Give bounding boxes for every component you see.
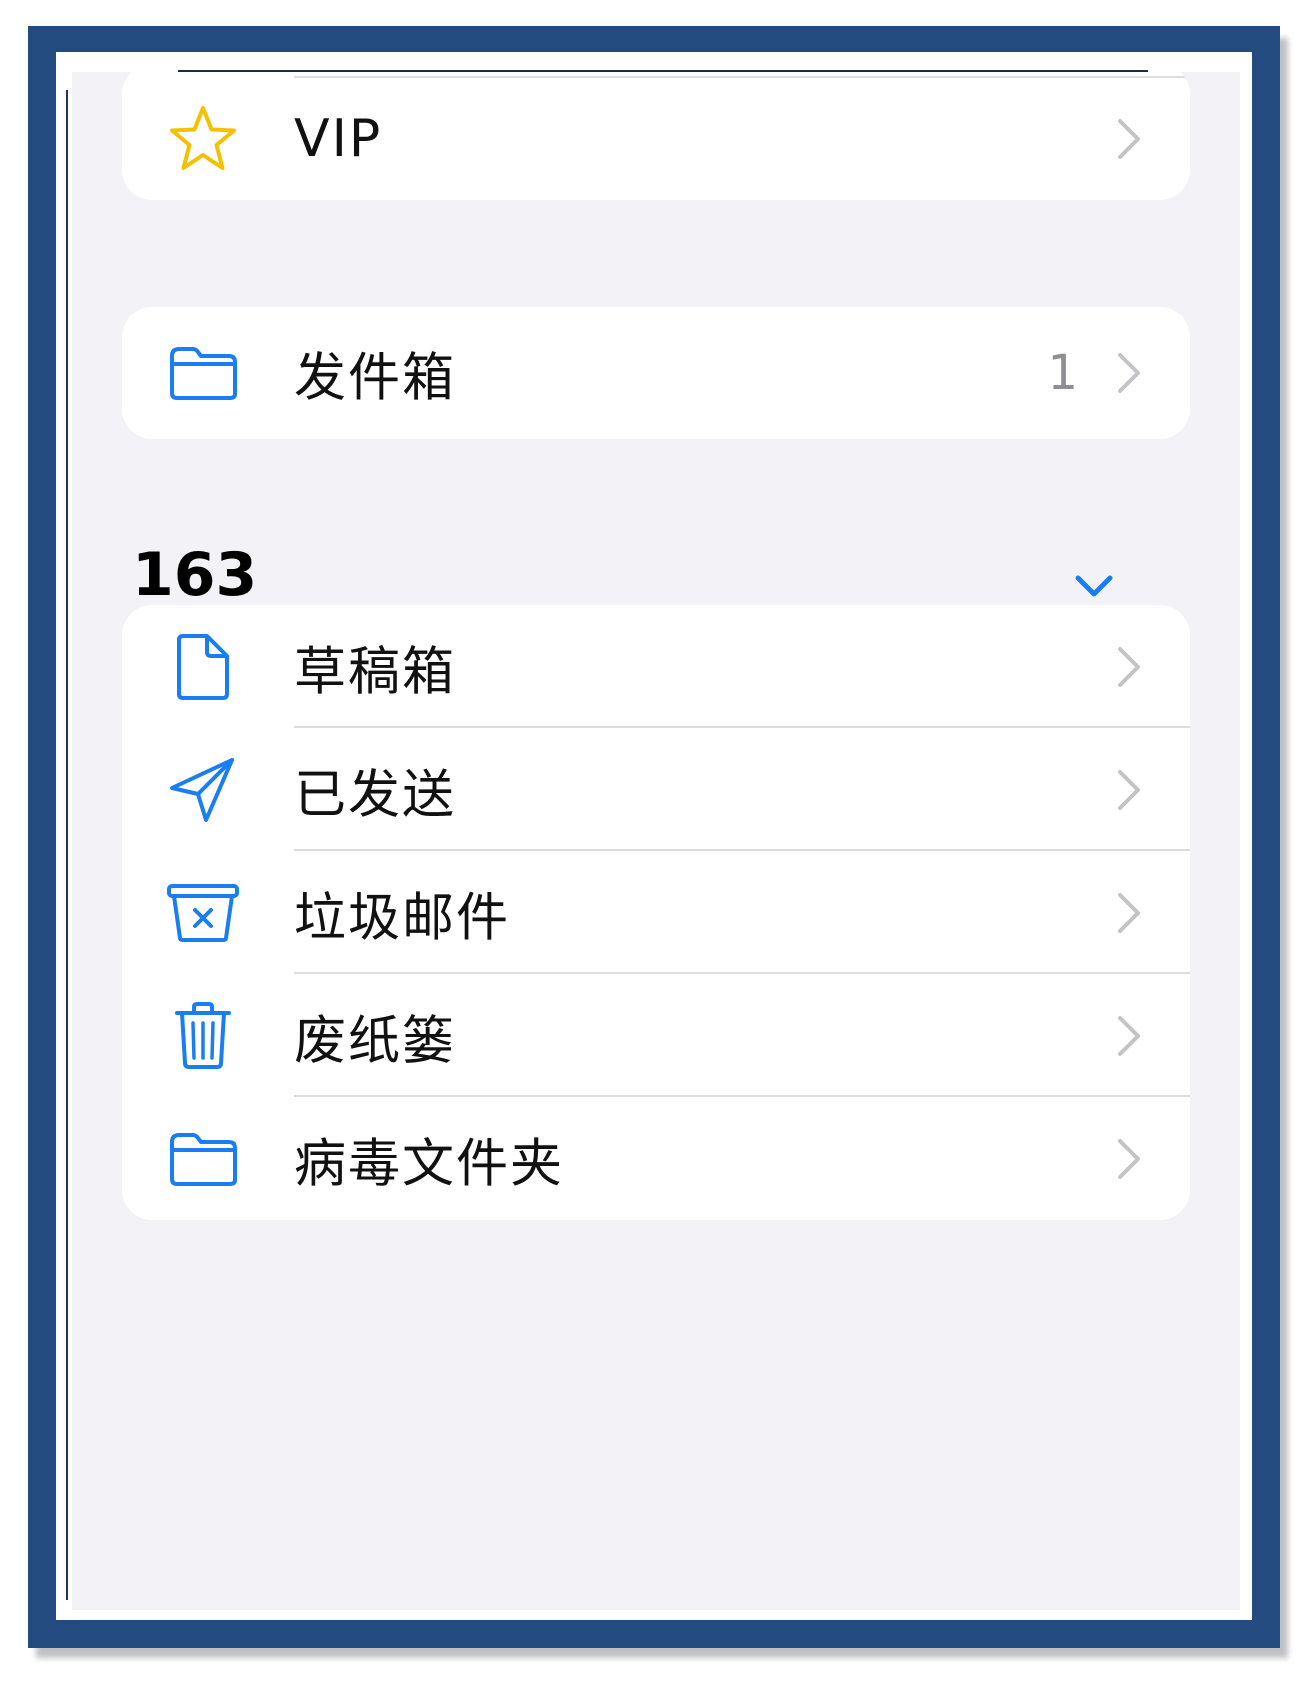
chevron-right-icon [1118,646,1140,687]
mailbox-label: 草稿箱 [294,642,457,702]
mailbox-row-sent[interactable]: 已发送 [122,728,1190,851]
mailbox-label: 病毒文件夹 [294,1134,565,1194]
mailbox-row-vip[interactable]: VIP [122,78,1190,200]
chevron-right-icon [1118,1015,1140,1056]
mailbox-row-trash[interactable]: 废纸篓 [122,974,1190,1097]
mailbox-label: 垃圾邮件 [294,888,511,948]
chevron-right-icon [1118,353,1140,393]
chevron-right-icon [1118,1138,1140,1179]
mailbox-label: 已发送 [294,765,457,825]
mailbox-row-outbox[interactable]: 发件箱 1 [122,307,1190,439]
mailbox-row-drafts[interactable]: 草稿箱 [122,605,1190,728]
chevron-down-icon[interactable] [1072,570,1116,600]
folder-icon [160,330,246,416]
document-icon [160,624,246,710]
folder-icon [160,1116,246,1202]
mailbox-row-junk[interactable]: 垃圾邮件 [122,851,1190,974]
vip-card: VIP [122,72,1190,200]
mailbox-label: 发件箱 [294,348,457,409]
mailbox-label: VIP [294,109,383,169]
trash-icon [160,993,246,1079]
paper-plane-icon [160,747,246,833]
chevron-right-icon [1118,769,1140,810]
account-section-title: 163 [132,540,258,610]
frame-left-edge [66,90,68,1600]
mailbox-list-screen: VIP 发件箱 1 163 草稿箱 已发送 垃圾邮件 废纸篓 病毒文件夹 [72,72,1240,1610]
unread-count-badge: 1 [1047,345,1078,401]
mailbox-row-virus-folder[interactable]: 病毒文件夹 [122,1097,1190,1220]
mailbox-label: 废纸篓 [294,1011,457,1071]
chevron-right-icon [1118,119,1140,159]
outbox-card: 发件箱 1 [122,307,1190,439]
chevron-right-icon [1118,892,1140,933]
junk-box-icon [160,870,246,956]
star-icon [160,96,246,182]
account-folders-card: 草稿箱 已发送 垃圾邮件 废纸篓 病毒文件夹 [122,605,1190,1220]
